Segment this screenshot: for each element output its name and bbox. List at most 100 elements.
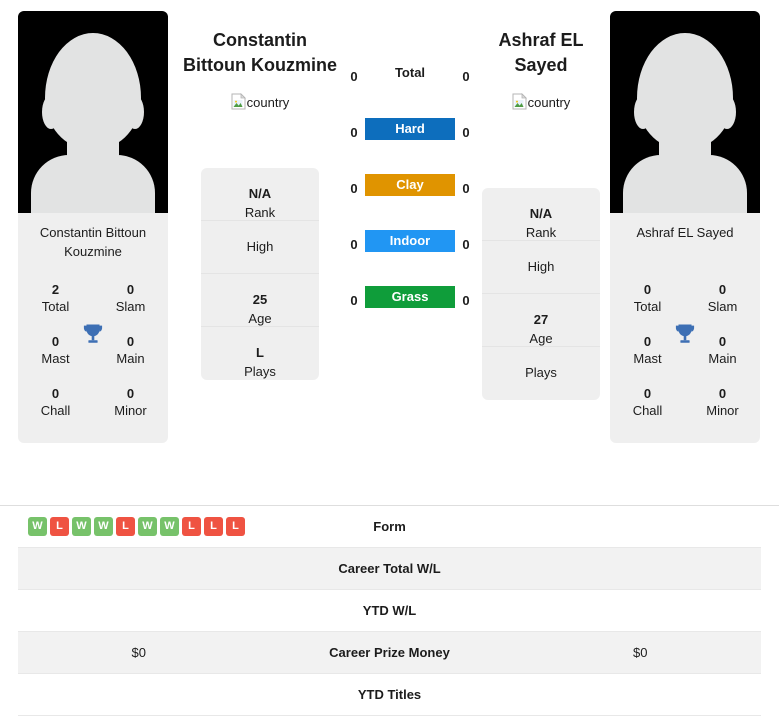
info-row-plays-right: Plays (482, 347, 600, 400)
form-badge[interactable]: L (182, 517, 201, 536)
form-badge[interactable]: L (50, 517, 69, 536)
surface-value-right: 0 (462, 69, 470, 84)
title-stat-label: Total (41, 299, 70, 314)
compare-row-label: YTD W/L (362, 603, 417, 618)
info-value: N/A (529, 206, 553, 221)
compare-cell-left: WLWWLWWLLL (18, 517, 260, 536)
surface-value-left: 0 (350, 181, 358, 196)
title-stat-label: Minor (114, 403, 147, 418)
player-card-name-left: Constantin Bittoun Kouzmine (39, 225, 147, 259)
form-badge[interactable]: W (138, 517, 157, 536)
title-stat-value: 0 (51, 386, 60, 401)
form-badge[interactable]: W (72, 517, 91, 536)
title-stat-value: 0 (126, 386, 135, 401)
avatar-ear-left (42, 95, 60, 129)
info-row-rank-right: N/A Rank (482, 188, 600, 241)
surface-row-total: 0 Total 0 (346, 62, 474, 118)
surface-value-left: 0 (350, 69, 358, 84)
player-card-left[interactable]: Constantin Bittoun Kouzmine 2 Total 0 Sl… (18, 11, 168, 443)
title-stat-label: Chall (632, 403, 663, 418)
info-label: Age (248, 311, 272, 326)
broken-image-icon (512, 93, 527, 110)
info-row-rank-left: N/A Rank (201, 168, 319, 221)
title-stat-value: 0 (643, 282, 652, 297)
info-row-high-left: High (201, 221, 319, 274)
form-badge[interactable]: L (204, 517, 223, 536)
table-row: W L W W L W W L L L Form (18, 506, 761, 548)
title-stat-minor-left: 0 Minor (93, 377, 168, 429)
surface-bar-indoor: Indoor (365, 230, 455, 252)
country-flag-left-alt: country (246, 95, 290, 110)
info-row-high-right: High (482, 241, 600, 294)
info-label: High (527, 259, 555, 274)
player-avatar-left (18, 11, 168, 213)
title-stat-label: Mast (633, 351, 662, 366)
country-flag-right-alt: country (527, 95, 571, 110)
surface-row-hard: 0 Hard 0 (346, 118, 474, 174)
form-badge[interactable]: W (160, 517, 179, 536)
surface-bar-grass: Grass (365, 286, 455, 308)
form-badge[interactable]: L (226, 517, 245, 536)
table-row: $0 Career Prize Money $0 (18, 632, 761, 674)
title-stat-value: 0 (643, 386, 652, 401)
head-to-head-top-section: Constantin Bittoun Kouzmine 2 Total 0 Sl… (0, 0, 779, 500)
form-badge[interactable]: L (116, 517, 135, 536)
surface-row-grass: 0 Grass 0 (346, 286, 474, 342)
compare-row-label: Career Prize Money (329, 645, 450, 660)
info-label: Plays (525, 365, 557, 380)
form-badge[interactable]: W (28, 517, 47, 536)
title-stat-value: 0 (718, 282, 727, 297)
form-badges-left: WLWWLWWLLL (18, 517, 260, 536)
player-card-name-right: Ashraf EL Sayed (636, 225, 734, 240)
broken-image-icon (231, 93, 246, 110)
country-flag-left: country (170, 93, 350, 110)
surface-row-indoor: 0 Indoor 0 (346, 230, 474, 286)
surface-value-right: 0 (462, 181, 470, 196)
surface-value-right: 0 (462, 125, 470, 140)
trophy-icon (672, 321, 698, 347)
surface-value-left: 0 (350, 293, 358, 308)
title-stat-value: 0 (126, 282, 135, 297)
comparison-table: W L W W L W W L L L Form Career Total W/L YTD W/L $0 C… (0, 505, 779, 716)
surface-value-right: 0 (462, 237, 470, 252)
info-label: High (246, 239, 274, 254)
compare-cell-left: $0 (131, 645, 146, 660)
info-value: 25 (252, 292, 268, 307)
title-stat-label: Main (708, 351, 737, 366)
title-stat-label: Total (633, 299, 662, 314)
player-heading-left-line1: Constantin (213, 30, 307, 50)
title-stat-label: Mast (41, 351, 70, 366)
info-label: Rank (244, 205, 276, 220)
title-stat-total-right: 0 Total (610, 273, 685, 325)
compare-cell-right: $0 (633, 645, 648, 660)
info-label: Age (529, 331, 553, 346)
avatar-ear-right (718, 95, 736, 129)
surface-breakdown: 0 Total 0 0 Hard 0 0 Clay 0 0 Indoor 0 0 Grass 0 (346, 62, 474, 342)
player-heading-right: Ashraf EL Sayed (451, 28, 631, 78)
trophy-icon (80, 321, 106, 347)
compare-row-label: YTD Titles (357, 687, 422, 702)
info-row-age-right: 27 Age (482, 294, 600, 347)
compare-row-label: Career Total W/L (338, 561, 441, 576)
player-card-right[interactable]: Ashraf EL Sayed 0 Total 0 Slam 0 Mast 0 … (610, 11, 760, 443)
country-flag-right: country (451, 93, 631, 110)
form-badge[interactable]: W (94, 517, 113, 536)
info-row-plays-left: L Plays (201, 327, 319, 380)
avatar-ear-left (634, 95, 652, 129)
titles-grid-right: 0 Total 0 Slam 0 Mast 0 Main 0 Chall 0 M… (610, 261, 760, 443)
avatar-shoulders-shape (623, 155, 747, 213)
title-stat-label: Minor (706, 403, 739, 418)
info-label: Rank (525, 225, 557, 240)
title-stat-slam-right: 0 Slam (685, 273, 760, 325)
title-stat-slam-left: 0 Slam (93, 273, 168, 325)
info-value: N/A (248, 186, 272, 201)
info-value: 27 (533, 312, 549, 327)
compare-row-label: Form (373, 519, 406, 534)
player-heading-right-line2: Sayed (514, 55, 568, 75)
surface-bar-clay: Clay (365, 174, 455, 196)
player-heading-left: Constantin Bittoun Kouzmine (170, 28, 350, 78)
title-stat-value: 2 (51, 282, 60, 297)
title-stat-chall-left: 0 Chall (18, 377, 93, 429)
info-value: L (256, 345, 264, 360)
surface-value-right: 0 (462, 293, 470, 308)
